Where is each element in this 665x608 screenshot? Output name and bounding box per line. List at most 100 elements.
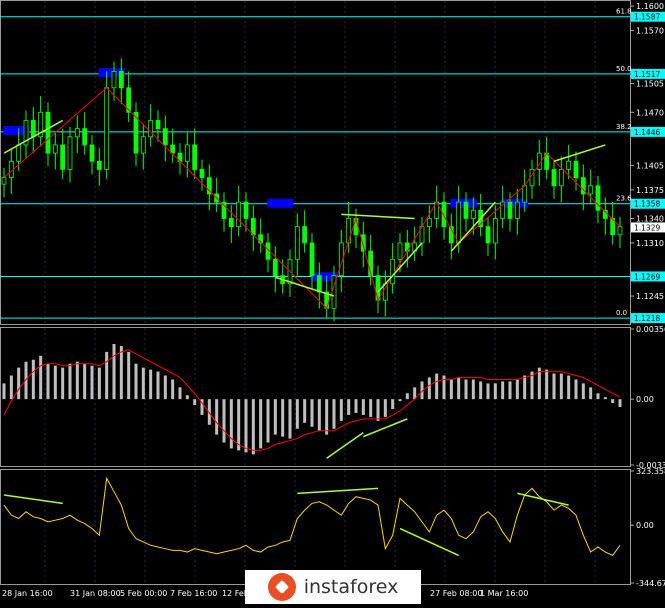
candle-body — [316, 275, 322, 293]
macd-bar — [83, 363, 87, 400]
watermark-logo: instaforex — [245, 570, 421, 604]
macd-bar — [567, 375, 571, 400]
macd-divergence-line — [363, 418, 408, 438]
macd-bar — [574, 379, 578, 400]
swing-highlight-box — [267, 198, 294, 208]
macd-bar — [464, 379, 468, 400]
macd-bar — [405, 393, 409, 400]
macd-bar — [310, 399, 314, 427]
candle-body — [426, 218, 432, 228]
candle-body — [60, 144, 66, 170]
macd-bar — [97, 367, 101, 400]
cci-tick-label: 323.3582 — [636, 467, 665, 476]
candle-body — [360, 234, 366, 252]
candle-body — [199, 169, 205, 179]
macd-bar — [281, 399, 285, 437]
candle-body — [82, 128, 88, 146]
macd-bar — [303, 399, 307, 423]
candle-body — [74, 128, 80, 138]
macd-bar — [215, 399, 219, 435]
macd-bar — [523, 375, 527, 400]
macd-bar — [361, 399, 365, 415]
x-axis-label: 1 Mar 16:00 — [480, 589, 528, 598]
price-tick-label: 1.1310 — [636, 239, 664, 248]
fib-price-tag-text: 1.1587 — [634, 13, 660, 22]
fib-price-tag-text: 1.1269 — [634, 272, 660, 281]
macd-bar — [457, 377, 461, 400]
price-tick-label: 1.1405 — [636, 161, 664, 170]
candle-body — [250, 218, 256, 236]
macd-bar — [295, 399, 299, 429]
macd-bar — [581, 383, 585, 400]
fib-level-label: 50.0 — [616, 65, 632, 73]
candle-body — [45, 111, 51, 154]
candle-body — [192, 144, 198, 170]
macd-bar — [9, 375, 13, 400]
candle-body — [566, 160, 572, 170]
macd-bar — [317, 399, 321, 431]
instaforex-logo-icon — [267, 573, 296, 601]
x-axis-label: 28 Jan 16:00 — [2, 589, 53, 598]
candle-body — [588, 185, 594, 195]
candle-body — [228, 218, 234, 228]
macd-bar — [266, 399, 270, 443]
macd-bar — [376, 399, 380, 421]
macd-bar — [171, 379, 175, 400]
macd-bar — [427, 377, 431, 400]
macd-bar — [17, 367, 21, 400]
macd-bar — [46, 363, 50, 400]
macd-bar — [251, 399, 255, 455]
macd-bar — [193, 399, 197, 406]
macd-bar — [559, 373, 563, 400]
candle-body — [118, 71, 124, 89]
fib-price-tag-text: 1.1358 — [634, 200, 660, 209]
cci-divergence-line — [3, 494, 63, 505]
macd-bar — [229, 399, 233, 449]
macd-bar — [39, 355, 43, 400]
candle-body — [236, 201, 242, 228]
macd-bar — [119, 345, 123, 400]
candle-body — [463, 201, 469, 219]
candle-body — [162, 128, 168, 146]
macd-bar — [552, 373, 556, 400]
cci-divergence-line — [297, 487, 379, 495]
candle-body — [397, 242, 403, 260]
price-tick-label: 1.1470 — [636, 108, 664, 117]
price-tick-label: 1.1570 — [636, 27, 664, 36]
macd-bar — [339, 399, 343, 421]
x-axis-label: 31 Jan 08:00 — [70, 589, 121, 598]
candle-body — [272, 258, 278, 277]
macd-bar — [222, 399, 226, 443]
candle-body — [309, 242, 315, 277]
macd-bar — [149, 369, 153, 400]
macd-bar — [273, 399, 277, 435]
macd-tick-label: 0.00 — [636, 395, 654, 404]
macd-bar — [237, 399, 241, 451]
candle-body — [551, 169, 557, 187]
macd-bar — [618, 399, 622, 408]
macd-bar — [61, 367, 65, 400]
candle-body — [573, 160, 579, 179]
macd-bar — [141, 367, 145, 400]
fib-level-label: 61.8 — [616, 8, 632, 16]
macd-bar — [112, 343, 116, 400]
price-tick-label: 1.1505 — [636, 80, 664, 89]
candle-body — [617, 226, 623, 236]
candle-body — [294, 226, 300, 260]
current-price-tag-text: 1.1329 — [634, 223, 660, 232]
macd-bar — [486, 383, 490, 400]
candle-body — [390, 258, 396, 285]
macd-bar — [2, 383, 6, 400]
candle-body — [155, 120, 161, 130]
macd-bar — [508, 381, 512, 400]
candle-body — [456, 201, 462, 244]
chart-window: 1.1600 1.1570 1.1505 1.1470 1.1405 1.1375 1.13… — [0, 0, 665, 604]
macd-bar — [134, 363, 138, 400]
macd-tick-label: 0.00356 — [636, 325, 665, 334]
macd-bar — [178, 387, 182, 400]
candle-body — [404, 242, 410, 252]
macd-bar — [611, 399, 615, 404]
macd-bar — [244, 399, 248, 453]
candle-body — [111, 71, 117, 89]
price-tick-label: 1.1375 — [636, 186, 664, 195]
